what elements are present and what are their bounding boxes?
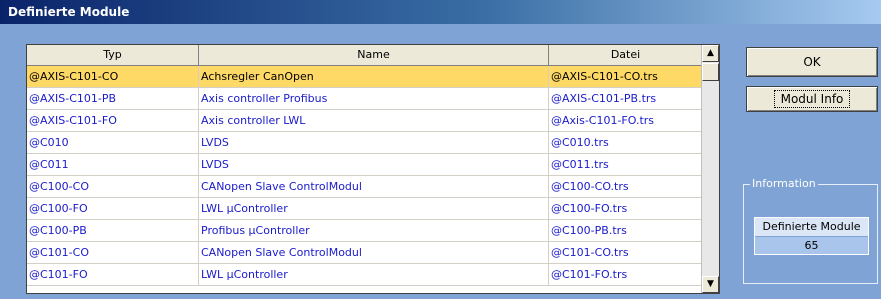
cell-typ: @C010 — [27, 132, 199, 153]
cell-name: LWL µController — [199, 264, 549, 285]
column-header-datei[interactable]: Datei — [549, 45, 703, 65]
cell-name: Axis controller LWL — [199, 110, 549, 131]
cell-datei: @C010.trs — [549, 132, 703, 153]
cell-typ: @C100-FO — [27, 198, 199, 219]
defined-modules-count: 65 — [755, 237, 868, 254]
table-row[interactable]: @AXIS-C101-FO Axis controller LWL @Axis-C1… — [27, 110, 703, 132]
table-row[interactable]: @C101-CO CANopen Slave ControlModul @C101-… — [27, 242, 703, 264]
defined-modules-box: Definierte Module 65 — [754, 217, 869, 255]
column-header-name[interactable]: Name — [199, 45, 549, 65]
cell-datei: @C100-CO.trs — [549, 176, 703, 197]
cell-name: Achsregler CanOpen — [199, 66, 549, 87]
cell-name: Profibus µController — [199, 220, 549, 241]
cell-name: CANopen Slave ControlModul — [199, 176, 549, 197]
scroll-thumb[interactable] — [702, 63, 719, 81]
table-row[interactable]: @C101-FO LWL µController @C101-FO.trs — [27, 264, 703, 286]
table-row[interactable]: @C100-FO LWL µController @C100-FO.trs — [27, 198, 703, 220]
table-row[interactable]: @AXIS-C101-PB Axis controller Profibus @AX… — [27, 88, 703, 110]
cell-datei: @C100-FO.trs — [549, 198, 703, 219]
cell-name: LVDS — [199, 154, 549, 175]
arrow-down-icon[interactable]: ▼ — [702, 276, 719, 293]
cell-typ: @C100-PB — [27, 220, 199, 241]
dialog-window: Definierte Module Typ Name Datei @AXIS-C… — [0, 0, 881, 299]
cell-typ: @C101-FO — [27, 264, 199, 285]
table-row[interactable]: @C100-PB Profibus µController @C100-PB.trs — [27, 220, 703, 242]
table-header: Typ Name Datei — [27, 45, 703, 66]
cell-datei: @C101-FO.trs — [549, 264, 703, 285]
cell-typ: @C101-CO — [27, 242, 199, 263]
cell-datei: @AXIS-C101-CO.trs — [549, 66, 703, 87]
information-group-label: Information — [750, 177, 818, 191]
cell-datei: @C101-CO.trs — [549, 242, 703, 263]
cell-name: LVDS — [199, 132, 549, 153]
window-title: Definierte Module — [0, 0, 881, 24]
cell-name: Axis controller Profibus — [199, 88, 549, 109]
defined-modules-title: Definierte Module — [755, 218, 868, 237]
vertical-scrollbar[interactable]: ▲ ▼ — [701, 45, 719, 293]
information-group: Information Definierte Module 65 — [743, 177, 878, 284]
cell-typ: @C011 — [27, 154, 199, 175]
modul-info-button[interactable]: Modul Info — [746, 86, 878, 112]
cell-typ: @C100-CO — [27, 176, 199, 197]
column-header-typ[interactable]: Typ — [27, 45, 199, 65]
cell-name: LWL µController — [199, 198, 549, 219]
dialog-client: Typ Name Datei @AXIS-C101-CO Achsregler C… — [0, 24, 881, 299]
module-table[interactable]: Typ Name Datei @AXIS-C101-CO Achsregler C… — [26, 44, 720, 294]
modul-info-label: Modul Info — [773, 90, 851, 108]
cell-typ: @AXIS-C101-FO — [27, 110, 199, 131]
table-row[interactable]: @C100-CO CANopen Slave ControlModul @C100-… — [27, 176, 703, 198]
cell-datei: @C100-PB.trs — [549, 220, 703, 241]
table-row[interactable]: @C010 LVDS @C010.trs — [27, 132, 703, 154]
table-row[interactable]: @C011 LVDS @C011.trs — [27, 154, 703, 176]
cell-datei: @C011.trs — [549, 154, 703, 175]
cell-datei: @AXIS-C101-PB.trs — [549, 88, 703, 109]
cell-typ: @AXIS-C101-PB — [27, 88, 199, 109]
cell-typ: @AXIS-C101-CO — [27, 66, 199, 87]
cell-datei: @Axis-C101-FO.trs — [549, 110, 703, 131]
table-row[interactable]: @AXIS-C101-CO Achsregler CanOpen @AXIS-C10… — [27, 66, 703, 88]
arrow-up-icon[interactable]: ▲ — [702, 45, 719, 62]
table-body: @AXIS-C101-CO Achsregler CanOpen @AXIS-C10… — [27, 66, 703, 286]
ok-button[interactable]: OK — [746, 47, 878, 77]
cell-name: CANopen Slave ControlModul — [199, 242, 549, 263]
